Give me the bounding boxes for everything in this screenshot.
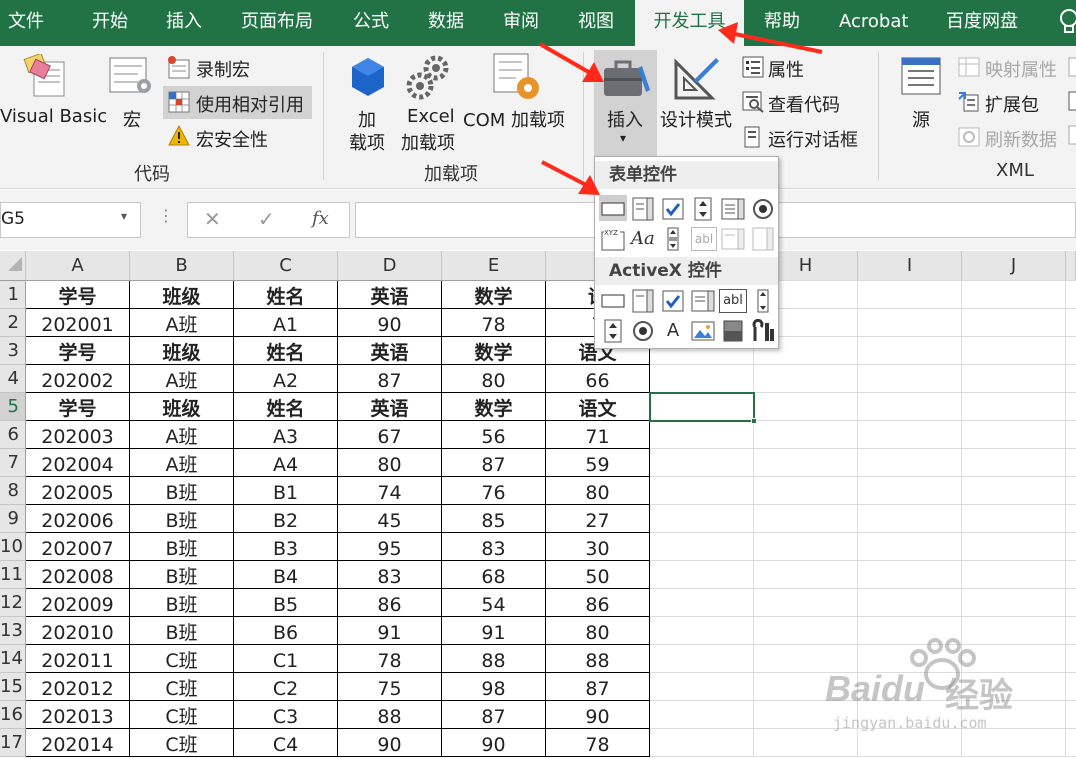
arrow-to-insert-button <box>539 42 604 82</box>
arrow-to-developer-tab <box>718 22 823 54</box>
baidu-jingyan-watermark: Baidu 经验 jingyan.baidu.com <box>825 638 1045 738</box>
watermark-url: jingyan.baidu.com <box>833 714 987 732</box>
watermark-brand: Baidu <box>825 668 926 709</box>
arrow-to-button-control <box>541 160 600 195</box>
watermark-cn: 经验 <box>945 676 1013 716</box>
